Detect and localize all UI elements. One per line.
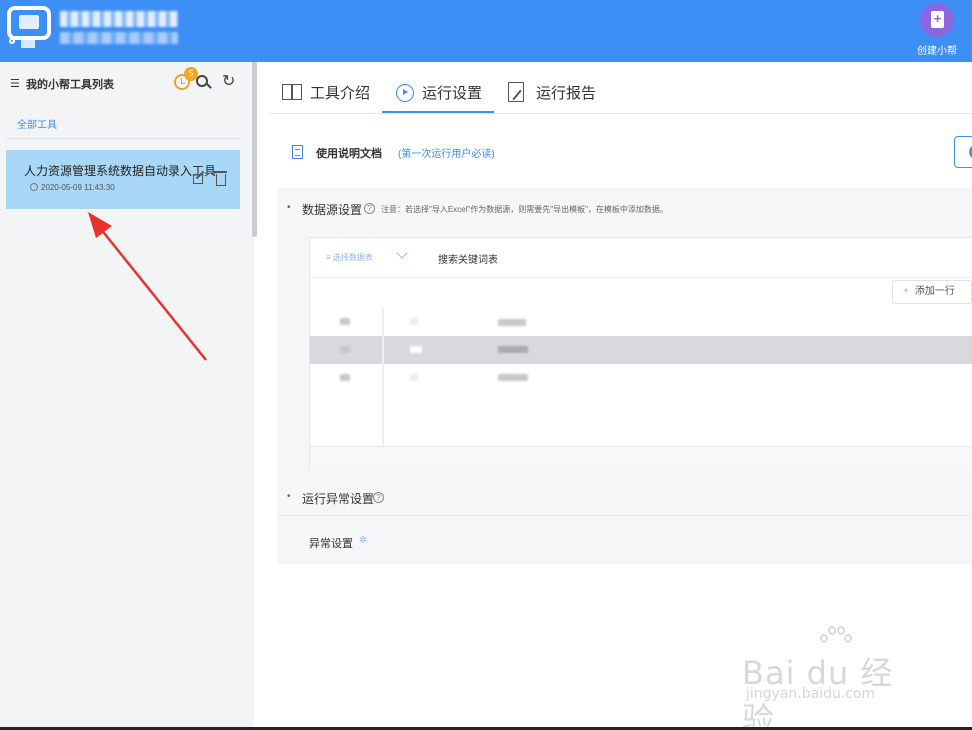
blurred-app-title [60, 11, 178, 27]
settings-panel: • 数据源设置 ? 注意：若选择"导入Excel"作为数据源，则需要先"导出模板… [277, 188, 972, 564]
blurred-cell [340, 374, 350, 381]
clock-icon [30, 183, 38, 191]
blurred-cell [340, 346, 350, 353]
usage-doc-row: 使用说明文档 (第一次运行用户必读) [270, 114, 972, 188]
sidebar: ☰ 我的小帮工具列表 5 ↻ 全部工具 人力资源管理系统数据自动录入工具 202… [0, 62, 257, 728]
create-helper-button[interactable]: 创建小帮 [912, 3, 962, 59]
document-icon [292, 145, 303, 159]
tool-date: 2020-05-09 11:43:30 [30, 183, 115, 192]
table-footer [310, 446, 972, 470]
blurred-cell [410, 374, 418, 381]
edit-icon[interactable] [193, 174, 203, 184]
run-button[interactable] [954, 136, 972, 168]
watermark-site: jingyan.baidu.com [746, 686, 876, 702]
trash-icon[interactable] [214, 171, 227, 186]
blurred-app-subtitle [60, 32, 178, 44]
blurred-cell [498, 346, 528, 353]
selected-table-name: 搜索关键词表 [438, 255, 498, 266]
usage-doc-hint: (第一次运行用户必读) [398, 149, 495, 160]
exception-label: 异常设置 [309, 538, 353, 550]
tab-tool-intro[interactable]: 工具介绍 [280, 62, 380, 114]
refresh-icon[interactable]: ↻ [222, 74, 235, 90]
sidebar-header: ☰ 我的小帮工具列表 5 ↻ [0, 62, 254, 106]
bullet: • [287, 202, 291, 213]
select-table-label: 选择数据表 [332, 253, 373, 262]
blurred-cell [340, 318, 350, 325]
datasource-note: 注意：若选择"导入Excel"作为数据源，则需要先"导出模板"，在模板中添加数据… [381, 205, 668, 214]
column-divider [382, 308, 384, 446]
blurred-cell [498, 319, 526, 326]
add-row-label: 添加一行 [914, 286, 955, 297]
tab-run-settings[interactable]: 运行设置 [382, 62, 494, 114]
select-table-dropdown[interactable]: ≡ 选择数据表 [326, 252, 373, 263]
report-icon [508, 82, 524, 102]
tool-list-item[interactable]: 人力资源管理系统数据自动录入工具 2020-05-09 11:43:30 [6, 150, 240, 209]
plus-icon: + [903, 286, 909, 297]
help-icon[interactable]: ? [364, 203, 375, 214]
list-icon: ☰ [10, 78, 20, 90]
tool-date-text: 2020-05-09 11:43:30 [41, 183, 115, 192]
tab-tool-intro-label: 工具介绍 [310, 85, 371, 102]
table-toolbar: ≡ 选择数据表 搜索关键词表 [310, 238, 972, 278]
blurred-cell [410, 346, 422, 353]
usage-doc-link[interactable]: 使用说明文档 [316, 145, 382, 161]
tab-run-report-label: 运行报告 [536, 85, 597, 102]
play-icon [396, 84, 414, 102]
table-row[interactable] [310, 364, 972, 392]
top-header: 创建小帮 [0, 0, 972, 62]
add-row-button[interactable]: + 添加一行 [892, 280, 972, 304]
help-icon[interactable]: ? [373, 492, 384, 503]
data-grid [310, 308, 972, 446]
datasource-title: 数据源设置 [302, 203, 363, 217]
datasource-table-card: ≡ 选择数据表 搜索关键词表 + 添加一行 [309, 237, 972, 470]
active-tab-underline [382, 111, 494, 113]
all-tools-link[interactable]: 全部工具 [17, 116, 57, 131]
table-row[interactable] [310, 308, 972, 336]
blurred-cell [410, 318, 418, 325]
exception-row: 异常设置 ✲ [277, 515, 972, 564]
sidebar-divider [6, 138, 240, 139]
exception-title: 运行异常设置 [302, 492, 375, 506]
table-row[interactable] [310, 336, 972, 364]
create-helper-label: 创建小帮 [917, 46, 957, 57]
wrench-icon[interactable]: ✲ [359, 536, 369, 546]
book-icon [282, 84, 302, 100]
blurred-cell [498, 374, 528, 381]
chevron-down-icon[interactable] [396, 247, 408, 259]
baidu-watermark: Bai du 经验 jingyan.baidu.com [742, 626, 922, 730]
tool-name: 人力资源管理系统数据自动录入工具 [24, 164, 217, 178]
tab-run-report[interactable]: 运行报告 [506, 62, 606, 114]
sidebar-title: 我的小帮工具列表 [26, 79, 114, 91]
sidebar-scrollbar[interactable] [252, 62, 257, 237]
bullet: • [287, 491, 291, 502]
main-tabs: 工具介绍 运行设置 运行报告 [270, 62, 972, 114]
tab-run-settings-label: 运行设置 [422, 85, 483, 102]
search-icon[interactable] [196, 75, 212, 89]
app-logo-icon [7, 6, 55, 50]
create-doc-icon [920, 3, 954, 37]
